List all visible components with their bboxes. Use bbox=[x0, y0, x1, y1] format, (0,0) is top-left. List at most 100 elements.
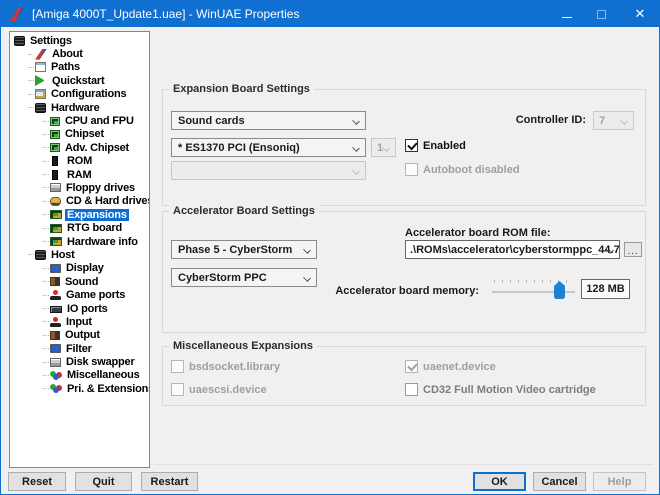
autoboot-checkbox-label: Autoboot disabled bbox=[423, 164, 520, 176]
tree-item-label: Hardware bbox=[49, 102, 102, 114]
tree-item-settings[interactable]: Settings bbox=[10, 34, 149, 47]
close-button[interactable]: ✕ bbox=[620, 1, 660, 27]
tree-item-quickstart[interactable]: Quickstart bbox=[10, 74, 149, 87]
tree-item-rom[interactable]: ROM bbox=[10, 155, 149, 168]
tree-connector-line bbox=[43, 375, 49, 376]
tree-item-output[interactable]: Output bbox=[10, 329, 149, 342]
device-unit-select: 1 bbox=[371, 138, 396, 157]
enabled-checkbox[interactable]: Enabled bbox=[405, 139, 466, 152]
rom-file-select[interactable]: .\ROMs\accelerator\cyberstormppc_44.71.r… bbox=[405, 240, 620, 259]
tree-item-label: Sound bbox=[63, 276, 100, 288]
tree-connector-line bbox=[43, 121, 49, 122]
tree-item-label: Paths bbox=[49, 61, 82, 73]
bsdsocket-checkbox-label: bsdsocket.library bbox=[189, 361, 280, 373]
tree-item-pri-extensions[interactable]: Pri. & Extensions bbox=[10, 382, 149, 395]
tree-connector-line bbox=[43, 214, 49, 215]
accelerator-board-select[interactable]: Phase 5 - CyberStorm bbox=[171, 240, 317, 259]
accelerator-model-select[interactable]: CyberStorm PPC bbox=[171, 268, 317, 287]
tree-item-label: Display bbox=[64, 262, 106, 274]
tree-item-io-ports[interactable]: IO ports bbox=[10, 302, 149, 315]
quickstart-icon bbox=[35, 75, 44, 86]
tree-item-miscellaneous[interactable]: Miscellaneous bbox=[10, 369, 149, 382]
tree-item-label: Settings bbox=[28, 35, 74, 47]
tree-item-disk-swapper[interactable]: Disk swapper bbox=[10, 355, 149, 368]
quit-button[interactable]: Quit bbox=[75, 472, 132, 491]
chip-green-icon bbox=[50, 130, 60, 139]
tree-item-filter[interactable]: Filter bbox=[10, 342, 149, 355]
tree-item-label: Quickstart bbox=[50, 75, 106, 87]
reset-button[interactable]: Reset bbox=[8, 472, 66, 491]
tree-item-label: CD & Hard drives bbox=[64, 195, 150, 207]
tree-item-rtg-board[interactable]: RTG board bbox=[10, 221, 149, 234]
expansion-device-select[interactable]: * ES1370 PCI (Ensoniq) bbox=[171, 138, 366, 157]
tree-connector-line bbox=[28, 54, 34, 55]
floppy-icon bbox=[50, 183, 61, 192]
tree-item-input[interactable]: Input bbox=[10, 315, 149, 328]
winuae-logo-icon bbox=[35, 49, 47, 60]
controller-id-value: 7 bbox=[599, 115, 605, 127]
tree-item-label: Pri. & Extensions bbox=[65, 383, 150, 395]
titlebar[interactable]: [Amiga 4000T_Update1.uae] - WinUAE Prope… bbox=[1, 1, 659, 27]
accelerator-memory-slider[interactable] bbox=[492, 280, 575, 299]
tree-item-about[interactable]: About bbox=[10, 47, 149, 60]
misc-group-title: Miscellaneous Expansions bbox=[169, 340, 317, 352]
tree-item-host[interactable]: Host bbox=[10, 248, 149, 261]
chip-green-icon bbox=[50, 117, 60, 126]
enabled-checkbox-label: Enabled bbox=[423, 140, 466, 152]
paths-icon bbox=[35, 62, 46, 72]
expansion-category-select[interactable]: Sound cards bbox=[171, 111, 366, 130]
accelerator-board-value: Phase 5 - CyberStorm bbox=[178, 244, 292, 256]
tree-item-label: Miscellaneous bbox=[65, 369, 142, 381]
tree-item-label: Expansions bbox=[65, 209, 129, 221]
cd32-checkbox-label: CD32 Full Motion Video cartridge bbox=[423, 384, 596, 396]
maximize-button bbox=[585, 1, 618, 27]
maximize-icon bbox=[597, 10, 606, 19]
tree-item-hardware-info[interactable]: Hardware info bbox=[10, 235, 149, 248]
tree-item-expansions[interactable]: Expansions bbox=[10, 208, 149, 221]
drive-stack-icon bbox=[35, 250, 46, 260]
cd32-fmv-checkbox[interactable]: CD32 Full Motion Video cartridge bbox=[405, 383, 596, 396]
tree-item-label: IO ports bbox=[65, 303, 110, 315]
tree-item-label: Hardware info bbox=[65, 236, 140, 248]
tree-connector-line bbox=[28, 107, 34, 108]
tree-item-label: Game ports bbox=[64, 289, 127, 301]
chevron-down-icon bbox=[303, 246, 311, 254]
tree-item-label: Disk swapper bbox=[64, 356, 137, 368]
tree-item-paths[interactable]: Paths bbox=[10, 61, 149, 74]
restart-button[interactable]: Restart bbox=[141, 472, 198, 491]
tree-item-floppy-drives[interactable]: Floppy drives bbox=[10, 181, 149, 194]
tree-item-adv-chipset[interactable]: Adv. Chipset bbox=[10, 141, 149, 154]
cd32-checkbox-box[interactable] bbox=[405, 383, 418, 396]
tree-item-chipset[interactable]: Chipset bbox=[10, 128, 149, 141]
tree-item-cpu-and-fpu[interactable]: CPU and FPU bbox=[10, 114, 149, 127]
controller-id-label: Controller ID: bbox=[481, 114, 586, 126]
rom-file-browse-button[interactable]: ... bbox=[624, 242, 642, 257]
ok-button[interactable]: OK bbox=[473, 472, 526, 491]
tree-item-game-ports[interactable]: Game ports bbox=[10, 288, 149, 301]
bsdsocket-checkbox-box bbox=[171, 360, 184, 373]
tree-item-label: Output bbox=[63, 329, 102, 341]
uaenet-checkbox-box bbox=[405, 360, 418, 373]
speaker-icon bbox=[50, 331, 60, 340]
tree-item-ram[interactable]: RAM bbox=[10, 168, 149, 181]
tree-item-hardware[interactable]: Hardware bbox=[10, 101, 149, 114]
settings-tree[interactable]: SettingsAboutPaths QuickstartConfiguratio… bbox=[9, 31, 150, 468]
minimize-button[interactable] bbox=[550, 1, 583, 27]
tree-item-label: About bbox=[50, 48, 85, 60]
tree-connector-line bbox=[43, 201, 49, 202]
tree-item-display[interactable]: Display bbox=[10, 262, 149, 275]
cancel-button[interactable]: Cancel bbox=[533, 472, 586, 491]
tree-item-sound[interactable]: Sound bbox=[10, 275, 149, 288]
winuae-logo-icon bbox=[10, 7, 25, 21]
tree-connector-line bbox=[43, 321, 49, 322]
slider-thumb[interactable] bbox=[554, 281, 565, 299]
enabled-checkbox-box[interactable] bbox=[405, 139, 418, 152]
winuae-properties-window: [Amiga 4000T_Update1.uae] - WinUAE Prope… bbox=[0, 0, 660, 495]
tree-item-configurations[interactable]: Configurations bbox=[10, 88, 149, 101]
tree-item-label: RAM bbox=[65, 169, 93, 181]
tree-item-label: Configurations bbox=[49, 88, 128, 100]
tree-item-cd-hard-drives[interactable]: CD & Hard drives bbox=[10, 195, 149, 208]
tree-connector-line bbox=[43, 308, 49, 309]
accelerator-group-title: Accelerator Board Settings bbox=[169, 205, 319, 217]
speaker-icon bbox=[50, 277, 60, 286]
